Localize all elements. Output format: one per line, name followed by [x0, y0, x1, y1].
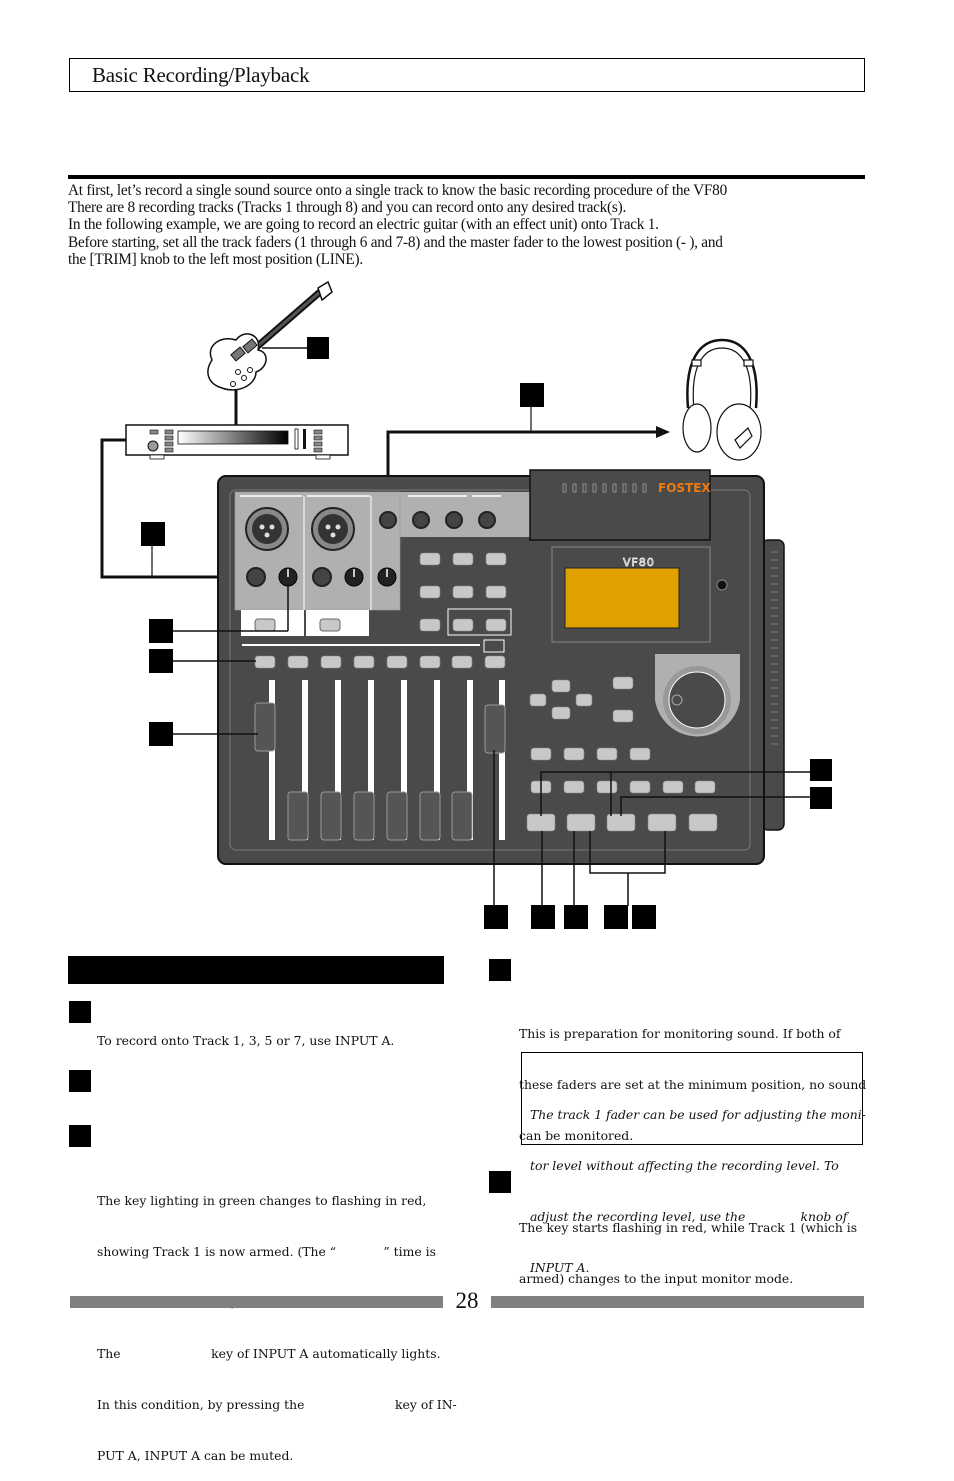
callout-marker — [531, 905, 555, 929]
text-line: This is preparation for monitoring sound… — [519, 1026, 841, 1041]
callout-marker — [307, 337, 329, 359]
callout-marker — [632, 905, 656, 929]
intro-line: At first, let’s record a single sound so… — [68, 182, 727, 199]
text-line: armed) changes to the input monitor mode… — [519, 1271, 794, 1286]
callout-marker — [484, 905, 508, 929]
intro-line: In the following example, we are going t… — [68, 216, 659, 234]
lcd-display — [564, 567, 680, 629]
step-marker — [69, 1001, 91, 1023]
heading-rule — [68, 175, 865, 179]
footer-bar-left — [70, 1296, 443, 1308]
vf80-recorder: FOSTEX VF80 — [217, 469, 785, 865]
callout-marker — [604, 905, 628, 929]
step-marker — [489, 1171, 511, 1193]
step-body: The key lighting in green changes to fla… — [97, 1158, 457, 1481]
callout-marker — [149, 619, 173, 643]
procedure-heading-bar — [68, 956, 444, 984]
section-title: Basic Recording/Playback — [92, 63, 310, 87]
brand-logo: FOSTEX — [658, 481, 711, 495]
text-line: The key of INPUT A automatically lights. — [97, 1346, 441, 1361]
step-marker — [69, 1070, 91, 1092]
text-line: The key starts flashing in red, while Tr… — [519, 1220, 858, 1235]
callout-marker — [520, 383, 544, 407]
callout-marker — [810, 759, 832, 781]
page-number: 28 — [455, 1288, 479, 1313]
step-marker — [489, 959, 511, 981]
intro-line: the [TRIM] knob to the left most positio… — [68, 250, 363, 268]
intro-line: There are 8 recording tracks (Tracks 1 t… — [68, 199, 627, 217]
callout-marker — [810, 787, 832, 809]
model-label: VF80 — [623, 556, 655, 569]
note-box: The track 1 fader can be used for adjust… — [521, 1052, 866, 1275]
step-marker — [69, 1125, 91, 1147]
text-line: The track 1 fader can be used for adjust… — [530, 1107, 866, 1122]
text-line: The key lighting in green changes to fla… — [97, 1193, 427, 1208]
footer-bar-right — [491, 1296, 864, 1308]
connection-diagram: FOSTEX VF80 — [100, 280, 832, 929]
callout-marker — [149, 649, 173, 673]
step-body: The key starts flashing in red, while Tr… — [519, 1185, 857, 1304]
intro-line: Before starting, set all the track fader… — [68, 233, 723, 251]
arrow-icon — [656, 426, 670, 438]
text-line: In this condition, by pressing the key o… — [97, 1397, 457, 1412]
step-body: To record onto Track 1, 3, 5 or 7, use I… — [97, 1033, 395, 1048]
callout-marker — [141, 522, 165, 546]
electric-guitar-icon — [207, 280, 333, 391]
headphones-icon — [682, 338, 762, 461]
effect-unit-icon — [125, 424, 349, 460]
callout-marker — [149, 722, 173, 746]
text-line: PUT A, INPUT A can be muted. — [97, 1448, 294, 1463]
text-line: tor level without affecting the recordin… — [530, 1158, 839, 1173]
section-header-box: Basic Recording/Playback — [69, 58, 865, 92]
text-line: showing Track 1 is now armed. (The “ ” t… — [97, 1244, 436, 1259]
intro-paragraph: At first, let’s record a single sound so… — [68, 182, 878, 268]
callout-marker — [564, 905, 588, 929]
